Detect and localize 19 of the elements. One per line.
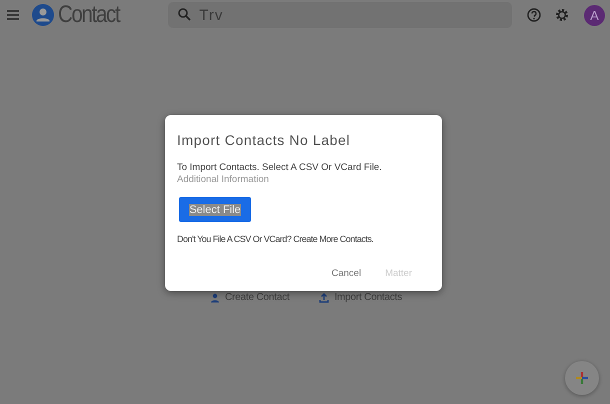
person-icon bbox=[210, 292, 220, 302]
user-avatar[interactable]: A bbox=[584, 4, 605, 26]
contact-logo-icon bbox=[32, 4, 54, 26]
search-icon bbox=[178, 8, 192, 21]
hint-text: Don't You File A CSV Or VCard? Create More Contacts. bbox=[177, 234, 374, 244]
dialog-title: Import Contacts No Label bbox=[177, 132, 352, 148]
app-title: Contact bbox=[58, 1, 120, 29]
search-field[interactable]: Trv bbox=[168, 2, 512, 28]
create-contact-link[interactable]: Create Contact bbox=[210, 292, 290, 303]
instruction-text: To Import Contacts. Select A CSV Or VCard File. bbox=[177, 162, 383, 173]
import-contacts-link[interactable]: Import Contacts bbox=[319, 292, 402, 303]
settings-icon[interactable] bbox=[555, 8, 569, 22]
help-icon[interactable] bbox=[527, 8, 541, 22]
menu-icon[interactable] bbox=[6, 9, 20, 21]
upload-icon bbox=[319, 292, 330, 302]
select-file-button[interactable]: Select File bbox=[179, 197, 251, 222]
plus-icon bbox=[575, 371, 589, 385]
dialog-action-button[interactable]: Cancel bbox=[329, 266, 364, 281]
additional-information-link[interactable]: Additional Information bbox=[177, 174, 430, 185]
